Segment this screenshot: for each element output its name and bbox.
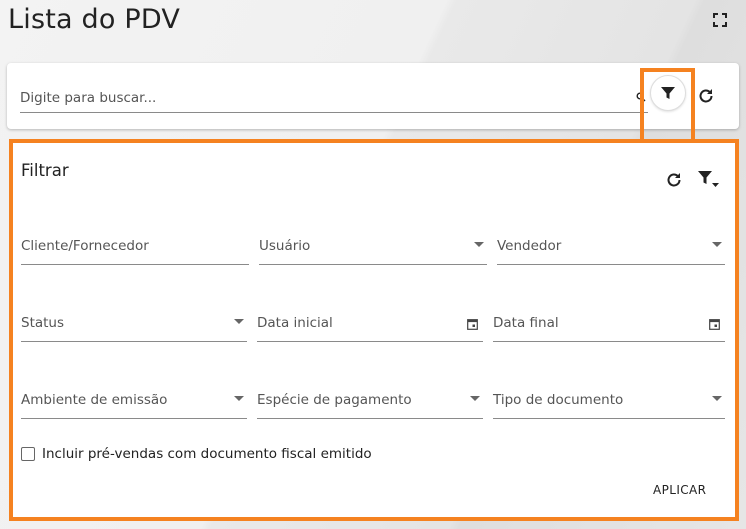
chevron-down-icon	[474, 242, 484, 247]
chevron-down-icon	[234, 319, 244, 324]
data-final-field[interactable]: Data final	[493, 302, 725, 342]
ambiente-emissao-label: Ambiente de emissão	[21, 392, 168, 408]
especie-pagamento-select[interactable]: Espécie de pagamento	[257, 379, 483, 419]
refresh-icon[interactable]	[665, 171, 683, 189]
include-prevendas-checkbox[interactable]	[21, 447, 35, 461]
calendar-icon[interactable]	[467, 318, 478, 330]
search-input[interactable]	[20, 87, 620, 109]
include-prevendas-row[interactable]: Incluir pré-vendas com documento fiscal …	[21, 446, 372, 462]
status-select[interactable]: Status	[21, 302, 247, 342]
apply-button[interactable]: APLICAR	[653, 483, 706, 497]
data-inicial-field[interactable]: Data inicial	[257, 302, 483, 342]
status-label: Status	[21, 315, 65, 331]
search-card	[7, 63, 739, 129]
usuario-label: Usuário	[259, 238, 311, 254]
chevron-down-icon	[470, 396, 480, 401]
tipo-documento-select[interactable]: Tipo de documento	[493, 379, 725, 419]
chevron-down-icon	[712, 396, 722, 401]
chevron-down-icon	[234, 396, 244, 401]
data-inicial-label: Data inicial	[257, 315, 333, 331]
search-field	[20, 83, 648, 113]
highlight-connector	[640, 68, 695, 143]
usuario-select[interactable]: Usuário	[259, 225, 487, 265]
cliente-fornecedor-label: Cliente/Fornecedor	[21, 238, 149, 254]
filter-panel-title: Filtrar	[21, 161, 69, 180]
data-final-label: Data final	[493, 315, 559, 331]
filter-panel: Filtrar Cliente/Fornecedor Usuário Vende…	[9, 139, 739, 521]
especie-pagamento-label: Espécie de pagamento	[257, 392, 412, 408]
refresh-icon[interactable]	[697, 87, 715, 105]
cliente-fornecedor-field[interactable]: Cliente/Fornecedor	[21, 225, 249, 265]
vendedor-label: Vendedor	[497, 238, 562, 254]
ambiente-emissao-select[interactable]: Ambiente de emissão	[21, 379, 247, 419]
tipo-documento-label: Tipo de documento	[493, 392, 624, 408]
fullscreen-icon[interactable]	[713, 13, 727, 27]
chevron-down-icon	[712, 242, 722, 247]
page-title: Lista do PDV	[8, 4, 181, 35]
include-prevendas-label: Incluir pré-vendas com documento fiscal …	[42, 446, 372, 462]
vendedor-select[interactable]: Vendedor	[497, 225, 725, 265]
filter-menu-icon[interactable]	[697, 169, 721, 191]
calendar-icon[interactable]	[709, 318, 720, 330]
